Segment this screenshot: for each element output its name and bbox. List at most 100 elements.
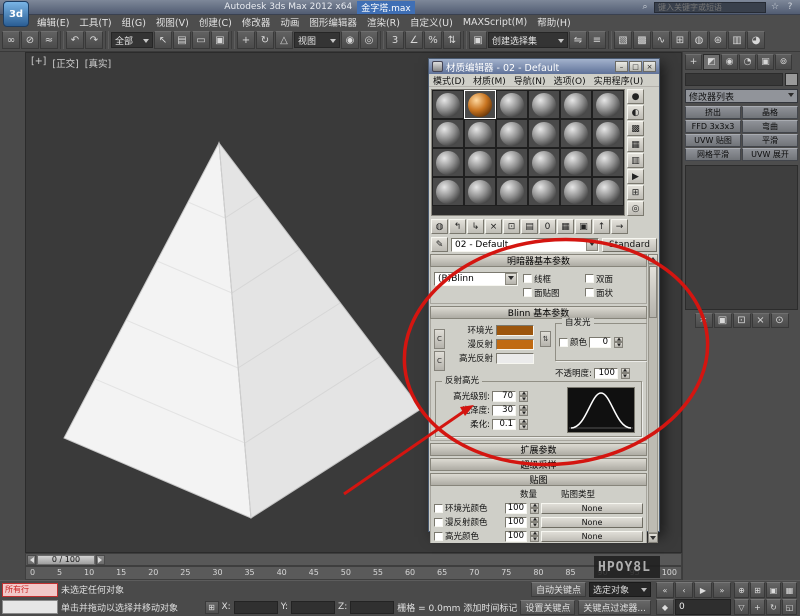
time-slider[interactable]: 0 / 100 xyxy=(25,553,682,566)
material-name-dropdown[interactable]: 02 - Default xyxy=(451,237,600,252)
modifier-button-7[interactable]: UVW 展开 xyxy=(742,148,798,161)
modifier-button-5[interactable]: 平滑 xyxy=(742,134,798,147)
select-by-name-icon[interactable]: ▤ xyxy=(173,31,191,49)
material-sample-slot[interactable] xyxy=(464,148,496,177)
menu-item-8[interactable]: 渲染(R) xyxy=(362,15,405,29)
swap-colors-button[interactable]: ⇅ xyxy=(540,331,551,347)
timeline-tick[interactable]: 80 xyxy=(533,567,543,579)
rollout-header-shader[interactable]: 明暗器基本参数 xyxy=(430,254,647,267)
wireframe-checkbox[interactable]: 线框 xyxy=(523,273,581,285)
spinner[interactable] xyxy=(519,390,528,402)
maxscript-mini-listener[interactable]: 所有行 xyxy=(2,582,58,597)
play-button[interactable]: ▶ xyxy=(694,582,712,598)
scroll-down-icon[interactable] xyxy=(648,533,658,543)
application-menu-button[interactable]: 3d xyxy=(3,1,29,27)
make-preview-icon[interactable]: ▶ xyxy=(627,169,644,184)
minimize-button[interactable]: – xyxy=(615,61,628,72)
snap-toggle-icon[interactable]: 3 xyxy=(386,31,404,49)
material-sample-slot[interactable] xyxy=(496,177,528,206)
lock-ambient-diffuse-button[interactable]: C xyxy=(434,329,445,349)
map-checkbox[interactable] xyxy=(434,517,443,527)
map-amount-field[interactable]: 100 xyxy=(505,516,527,528)
timeline-tick[interactable]: 30 xyxy=(212,567,222,579)
zoom-extents-icon[interactable]: ▣ xyxy=(766,582,781,598)
timeline-tick[interactable]: 20 xyxy=(148,567,158,579)
material-sample-slot[interactable] xyxy=(432,148,464,177)
two-sided-checkbox[interactable]: 双面 xyxy=(585,273,643,285)
select-and-scale-icon[interactable]: △ xyxy=(275,31,293,49)
absolute-mode-toggle-icon[interactable]: ⊞ xyxy=(204,600,219,614)
y-coordinate-field[interactable] xyxy=(291,600,336,614)
timeline-tick[interactable]: 25 xyxy=(180,567,190,579)
show-end-result-icon[interactable]: ▣ xyxy=(575,219,592,234)
timeline-tick[interactable]: 85 xyxy=(565,567,575,579)
timeline-tick[interactable]: 55 xyxy=(373,567,383,579)
assign-material-to-selection-icon[interactable]: ↳ xyxy=(467,219,484,234)
material-editor-title-bar[interactable]: 材质编辑器 - 02 - Default – □ × xyxy=(429,59,659,74)
graphite-ribbon-icon[interactable]: ▩ xyxy=(633,31,651,49)
material-editor-menu-item-4[interactable]: 实用程序(U) xyxy=(590,74,648,87)
timeline-tick[interactable]: 15 xyxy=(116,567,126,579)
z-coordinate-field[interactable] xyxy=(350,600,395,614)
material-editor-menu-item-0[interactable]: 模式(D) xyxy=(429,74,469,87)
previous-frame-arrow-icon[interactable] xyxy=(27,554,36,565)
go-forward-to-sibling-icon[interactable]: → xyxy=(611,219,628,234)
maximize-viewport-toggle-icon[interactable]: ◱ xyxy=(782,599,797,615)
maxscript-listener-line[interactable] xyxy=(2,600,58,615)
spinner[interactable] xyxy=(519,418,528,430)
timeline-tick[interactable]: 40 xyxy=(277,567,287,579)
face-map-checkbox[interactable]: 面贴图 xyxy=(523,287,581,299)
material-sample-slot[interactable] xyxy=(528,119,560,148)
put-material-to-scene-icon[interactable]: ↰ xyxy=(449,219,466,234)
field-of-view-icon[interactable]: ▽ xyxy=(734,599,749,615)
rendered-frame-icon[interactable]: ▥ xyxy=(728,31,746,49)
zoom-icon[interactable]: ⊕ xyxy=(734,582,749,598)
map-checkbox[interactable] xyxy=(434,531,443,541)
viewport-menu-pov[interactable]: [正交] xyxy=(52,56,78,70)
close-button[interactable]: × xyxy=(643,61,656,72)
material-editor-icon[interactable]: ◍ xyxy=(690,31,708,49)
go-to-parent-icon[interactable]: ↑ xyxy=(593,219,610,234)
material-editor-scrollbar[interactable] xyxy=(648,254,658,543)
material-sample-slot[interactable] xyxy=(560,148,592,177)
modifier-button-1[interactable]: 晶格 xyxy=(742,106,798,119)
material-sample-slot[interactable] xyxy=(464,119,496,148)
render-setup-icon[interactable]: ⊛ xyxy=(709,31,727,49)
put-to-library-icon[interactable]: ▤ xyxy=(521,219,538,234)
curve-editor-icon[interactable]: ∿ xyxy=(652,31,670,49)
menu-item-3[interactable]: 视图(V) xyxy=(151,15,194,29)
material-editor-menu-item-3[interactable]: 选项(O) xyxy=(550,74,590,87)
tab-display[interactable]: ▣ xyxy=(757,54,774,70)
material-sample-slot[interactable] xyxy=(528,148,560,177)
faceted-checkbox[interactable]: 面状 xyxy=(585,287,643,299)
modifier-button-4[interactable]: UVW 贴图 xyxy=(685,134,741,147)
rollout-header-blinn[interactable]: Blinn 基本参数 xyxy=(430,306,647,319)
help-icon[interactable]: ? xyxy=(784,2,796,12)
material-sample-slot[interactable] xyxy=(592,90,624,119)
options-icon[interactable]: ⊞ xyxy=(627,185,644,200)
material-sample-slot[interactable] xyxy=(560,119,592,148)
add-time-tag[interactable]: 添加时间标记 xyxy=(463,601,517,614)
background-icon[interactable]: ▩ xyxy=(627,121,644,136)
timeline-tick[interactable]: 0 xyxy=(30,567,35,579)
spinner[interactable] xyxy=(530,516,539,528)
modifier-button-0[interactable]: 挤出 xyxy=(685,106,741,119)
sample-type-icon[interactable]: ● xyxy=(627,89,644,104)
object-name-field[interactable] xyxy=(685,73,783,86)
scrollbar-thumb[interactable] xyxy=(649,266,657,318)
viewport-menu-shading[interactable]: [真实] xyxy=(85,56,111,70)
lock-diffuse-specular-button[interactable]: C xyxy=(434,351,445,371)
select-and-link-icon[interactable]: ∞ xyxy=(2,31,20,49)
menu-item-5[interactable]: 修改器 xyxy=(237,15,276,29)
material-sample-slot[interactable] xyxy=(560,90,592,119)
object-color-swatch[interactable] xyxy=(785,73,798,86)
modifier-button-3[interactable]: 弯曲 xyxy=(742,120,798,133)
timeline-tick[interactable]: 50 xyxy=(341,567,351,579)
auto-key-button[interactable]: 自动关键点 xyxy=(530,582,586,598)
material-sample-slot[interactable] xyxy=(496,90,528,119)
undo-icon[interactable]: ↶ xyxy=(66,31,84,49)
angle-snap-icon[interactable]: ∠ xyxy=(405,31,423,49)
timeline-tick[interactable]: 35 xyxy=(244,567,254,579)
specular-color-swatch[interactable] xyxy=(496,352,534,364)
redo-icon[interactable]: ↷ xyxy=(85,31,103,49)
